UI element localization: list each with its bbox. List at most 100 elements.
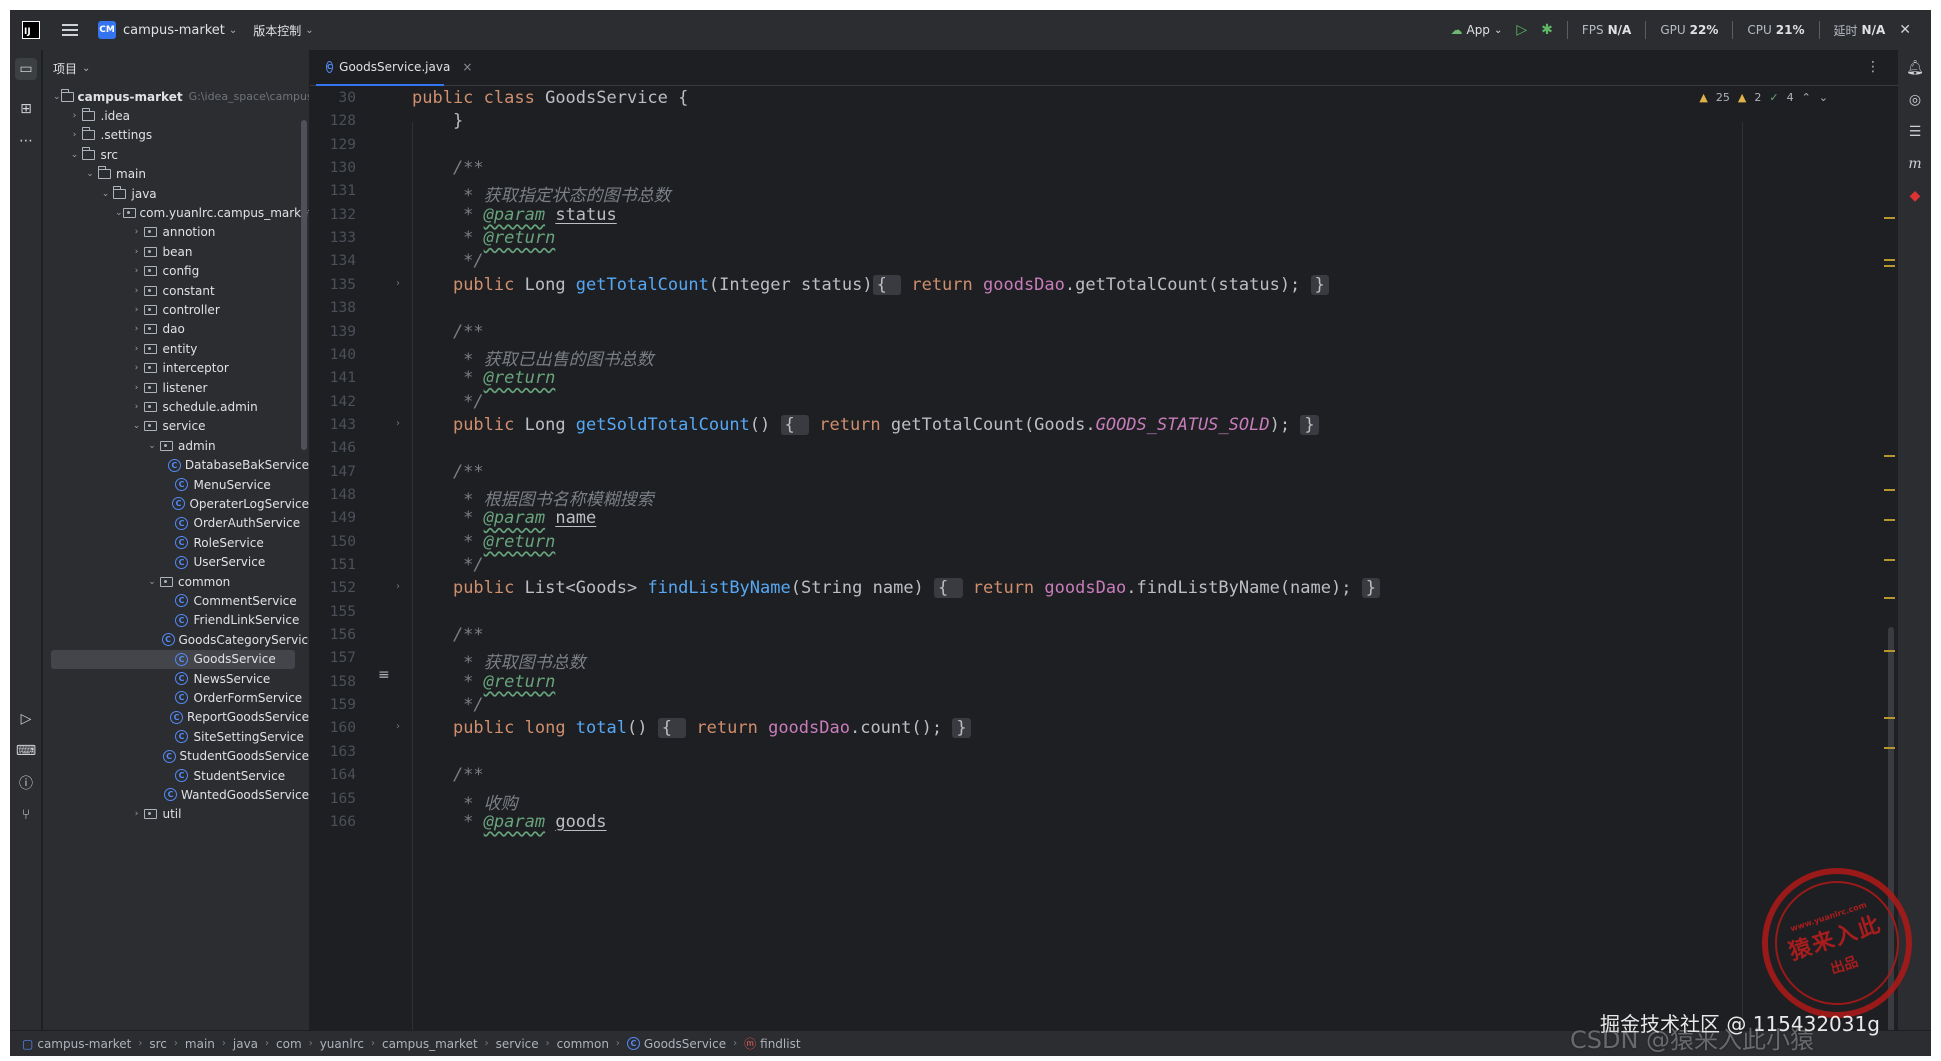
code-line[interactable]: * @return: [310, 228, 555, 248]
code-line[interactable]: /**: [310, 625, 484, 645]
chevron-right-icon[interactable]: ›: [131, 809, 143, 819]
breadcrumb-item[interactable]: yuanlrc: [320, 1037, 364, 1051]
project-scrollbar[interactable]: [301, 120, 307, 450]
code-line[interactable]: /**: [310, 322, 484, 342]
tree-item-folder[interactable]: ⌄ java: [43, 184, 309, 203]
code-line[interactable]: }: [310, 111, 463, 131]
code-line[interactable]: */: [310, 555, 483, 575]
code-line[interactable]: * @return: [310, 532, 555, 552]
code-line[interactable]: * 收购: [310, 789, 517, 814]
breadcrumb-item[interactable]: service: [496, 1037, 539, 1051]
project-folder-icon[interactable]: ▭: [15, 58, 37, 80]
folded-region[interactable]: {: [780, 414, 809, 435]
chevron-down-icon[interactable]: ⌄: [131, 421, 143, 431]
tree-item-class[interactable]: C DatabaseBakService: [43, 456, 309, 475]
vcs-menu[interactable]: 版本控制: [253, 22, 301, 39]
chevron-down-icon[interactable]: ⌄: [229, 25, 237, 36]
code-line[interactable]: * @param name: [310, 508, 596, 528]
code-line[interactable]: public List<Goods> findListByName(String…: [310, 578, 1380, 599]
code-line[interactable]: * 获取图书总数: [310, 648, 585, 673]
breadcrumb-item[interactable]: src: [149, 1037, 167, 1051]
terminal-icon[interactable]: ⌨: [15, 740, 37, 762]
project-badge[interactable]: CM: [98, 21, 116, 39]
tree-item-class[interactable]: C FriendLinkService: [43, 611, 309, 630]
folded-region[interactable]: {: [872, 274, 902, 295]
chevron-right-icon[interactable]: ›: [131, 383, 143, 393]
tree-item-class[interactable]: C RoleService: [43, 533, 309, 552]
tree-item-package[interactable]: › bean: [43, 242, 309, 261]
tree-item-class[interactable]: C OrderFormService: [43, 688, 309, 707]
project-switcher[interactable]: campus-market: [123, 23, 225, 38]
tree-item-class[interactable]: C OrderAuthService: [43, 514, 309, 533]
tab-goods-service[interactable]: C GoodsService.java ×: [316, 50, 472, 86]
code-line[interactable]: /**: [310, 158, 484, 178]
chevron-down-icon[interactable]: ⌄: [146, 577, 158, 587]
main-menu-icon[interactable]: [62, 24, 78, 36]
notifications-icon[interactable]: 🔔︎: [1905, 58, 1925, 78]
code-line[interactable]: */: [310, 695, 483, 715]
tree-item-folder[interactable]: ⌄ main: [43, 165, 309, 184]
tree-item-package[interactable]: › schedule.admin: [43, 397, 309, 416]
run-config-selector[interactable]: ☁ App ⌄: [1450, 23, 1502, 37]
maven-icon[interactable]: m: [1905, 154, 1925, 174]
close-icon[interactable]: ✕: [1899, 22, 1911, 38]
code-line[interactable]: public Long getSoldTotalCount() { return…: [310, 414, 1319, 435]
tree-item-class[interactable]: C UserService: [43, 553, 309, 572]
chevron-right-icon[interactable]: ›: [131, 344, 143, 354]
doc-render-icon[interactable]: ≡: [378, 667, 390, 683]
tree-item-package[interactable]: › dao: [43, 320, 309, 339]
breadcrumb-item[interactable]: com: [276, 1037, 302, 1051]
chevron-right-icon[interactable]: ›: [131, 247, 143, 257]
database-icon[interactable]: ☰: [1905, 122, 1925, 142]
chevron-down-icon[interactable]: ⌄: [53, 92, 61, 102]
code-line[interactable]: /**: [310, 765, 484, 785]
chevron-down-icon[interactable]: ⌄: [305, 25, 313, 36]
tree-item-package[interactable]: ⌄ common: [43, 572, 309, 591]
chevron-down-icon[interactable]: ⌄: [1819, 91, 1828, 104]
chevron-down-icon[interactable]: ⌄: [115, 208, 123, 218]
folded-region[interactable]: }: [1300, 414, 1319, 435]
inspection-widget[interactable]: ▲ 25 ▲ 2 ✓ 4 ⌃ ⌄: [1699, 91, 1828, 104]
code-line[interactable]: public class GoodsService {: [310, 88, 688, 108]
tree-item-class[interactable]: C SiteSettingService: [43, 727, 309, 746]
run-icon[interactable]: ▷: [1516, 22, 1527, 38]
breadcrumb-item[interactable]: findlist: [760, 1037, 800, 1051]
breadcrumb-item[interactable]: campus-market: [37, 1037, 131, 1051]
folded-region[interactable]: }: [952, 718, 971, 739]
tree-item-package[interactable]: › constant: [43, 281, 309, 300]
tree-item-class[interactable]: C WantedGoodsService: [43, 785, 309, 804]
more-options-icon[interactable]: ⋮: [1866, 59, 1880, 75]
chevron-right-icon[interactable]: ›: [131, 286, 143, 296]
run-services-icon[interactable]: ▷: [15, 708, 37, 730]
tree-item-class[interactable]: C MenuService: [43, 475, 309, 494]
tree-item-class[interactable]: C GoodsCategoryService: [43, 630, 309, 649]
code-line[interactable]: public long total() { return goodsDao.co…: [310, 718, 971, 739]
chevron-right-icon[interactable]: ›: [131, 266, 143, 276]
code-line[interactable]: * @param goods: [310, 812, 606, 832]
debug-icon[interactable]: ✱: [1541, 22, 1553, 38]
folded-region[interactable]: {: [657, 718, 687, 739]
chevron-up-icon[interactable]: ⌃: [1802, 91, 1811, 104]
chevron-right-icon[interactable]: ›: [131, 305, 143, 315]
chevron-right-icon[interactable]: ›: [131, 227, 143, 237]
code-line[interactable]: * @return: [310, 368, 555, 388]
tree-item-folder[interactable]: › .settings: [43, 126, 309, 145]
folded-region[interactable]: {: [934, 578, 963, 599]
code-line[interactable]: * @param status: [310, 205, 617, 225]
tree-item-class[interactable]: C GoodsService: [51, 649, 295, 669]
tree-item-folder[interactable]: ⌄ src: [43, 145, 309, 164]
tree-item-package[interactable]: › interceptor: [43, 359, 309, 378]
code-editor[interactable]: ▲ 25 ▲ 2 ✓ 4 ⌃ ⌄ 30 public class GoodsServic…: [310, 87, 1898, 1030]
tree-item-package[interactable]: ⌄ service: [43, 417, 309, 436]
tree-item-package[interactable]: › listener: [43, 378, 309, 397]
code-line[interactable]: /**: [310, 462, 484, 482]
problems-icon[interactable]: ⓘ: [15, 772, 37, 794]
tree-item-module[interactable]: ⌄ campus-market G:\idea_space\campus-marke…: [43, 87, 309, 106]
code-line[interactable]: * 获取指定状态的图书总数: [310, 181, 670, 206]
close-tab-icon[interactable]: ×: [462, 60, 472, 74]
breadcrumb-item[interactable]: campus_market: [382, 1037, 478, 1051]
git-icon[interactable]: ⑂: [15, 804, 37, 826]
tree-item-class[interactable]: C StudentService: [43, 766, 309, 785]
tree-item-class[interactable]: C NewsService: [43, 669, 309, 688]
tree-item-package[interactable]: ⌄ com.yuanlrc.campus_market: [43, 203, 309, 222]
